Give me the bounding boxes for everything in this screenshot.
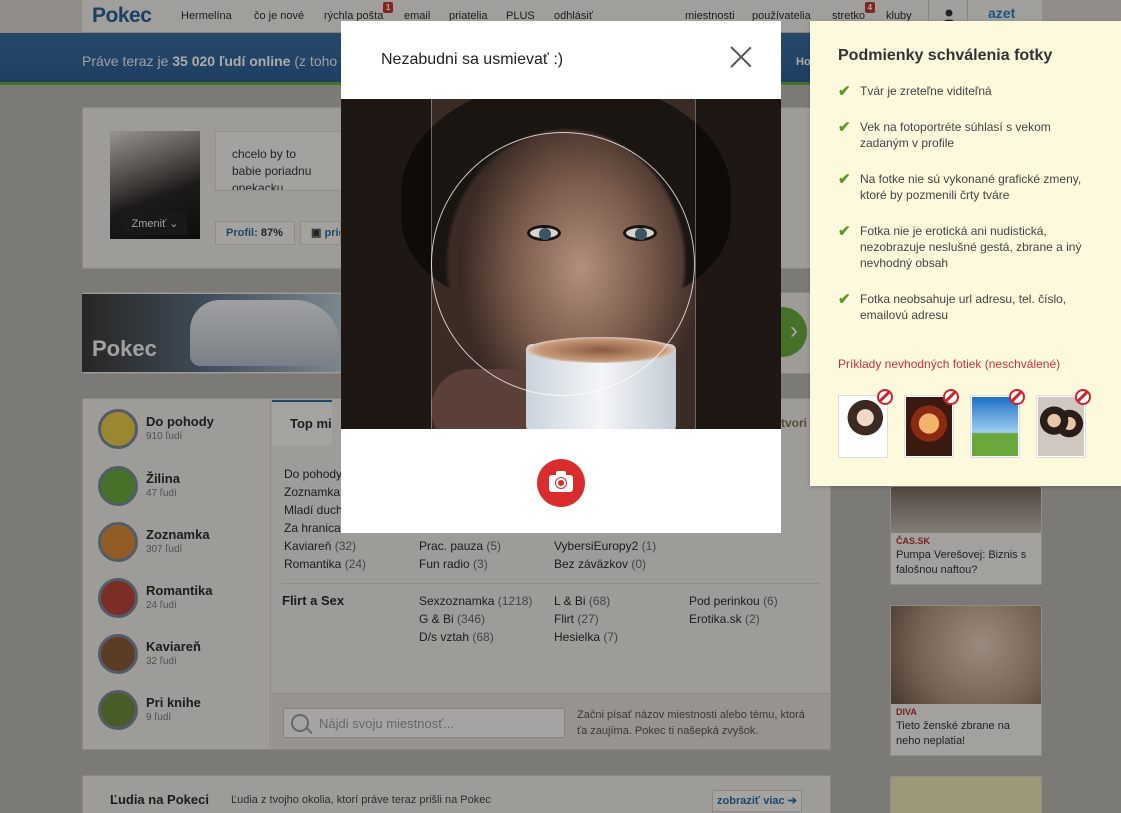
bad-example-image	[1038, 397, 1084, 456]
bad-example-image	[906, 397, 952, 456]
rule-text: Tvár je zreteľne viditeľná	[860, 84, 992, 98]
camera-icon	[549, 471, 573, 492]
bad-example-photo	[838, 389, 893, 458]
rule-text: Vek na fotoportréte súhlasí s vekom zada…	[860, 120, 1051, 150]
rules-title: Podmienky schválenia fotky	[838, 47, 1053, 64]
check-icon: ✔	[838, 119, 851, 136]
ban-icon	[943, 389, 959, 405]
webcam-preview	[341, 99, 781, 429]
bad-example-image	[972, 397, 1018, 456]
ban-icon	[1075, 389, 1091, 405]
bad-example-photo	[1036, 389, 1091, 458]
photo-rules-panel: Podmienky schválenia fotky ✔ Tvár je zret…	[810, 21, 1121, 486]
close-icon[interactable]	[729, 45, 753, 69]
crop-shade-left	[341, 99, 431, 429]
rule-text: Fotka neobsahuje url adresu, tel. číslo,…	[860, 292, 1067, 322]
crop-shade-right	[695, 99, 781, 429]
rule-text: Fotka nie je erotická ani nudistická, ne…	[860, 224, 1082, 270]
check-icon: ✔	[838, 171, 851, 188]
modal-title: Nezabudni sa usmievať :)	[381, 51, 564, 68]
take-photo-button[interactable]	[537, 459, 585, 507]
bad-example-image	[840, 397, 886, 456]
bad-example-photo	[904, 389, 959, 458]
bad-example-photo	[970, 389, 1025, 458]
check-icon: ✔	[838, 83, 851, 100]
ban-icon	[877, 389, 893, 405]
camera-lens	[556, 478, 566, 488]
ban-icon	[1009, 389, 1025, 405]
bad-examples-title: Príklady nevhodných fotiek (neschválené)	[838, 357, 1061, 371]
face-crop-circle[interactable]	[431, 132, 695, 396]
photo-capture-modal: Nezabudni sa usmievať :)	[341, 21, 781, 533]
crop-guide-right	[695, 99, 696, 429]
rule-text: Na fotke nie sú vykonané grafické zmeny,…	[860, 172, 1082, 202]
check-icon: ✔	[838, 291, 851, 308]
check-icon: ✔	[838, 223, 851, 240]
